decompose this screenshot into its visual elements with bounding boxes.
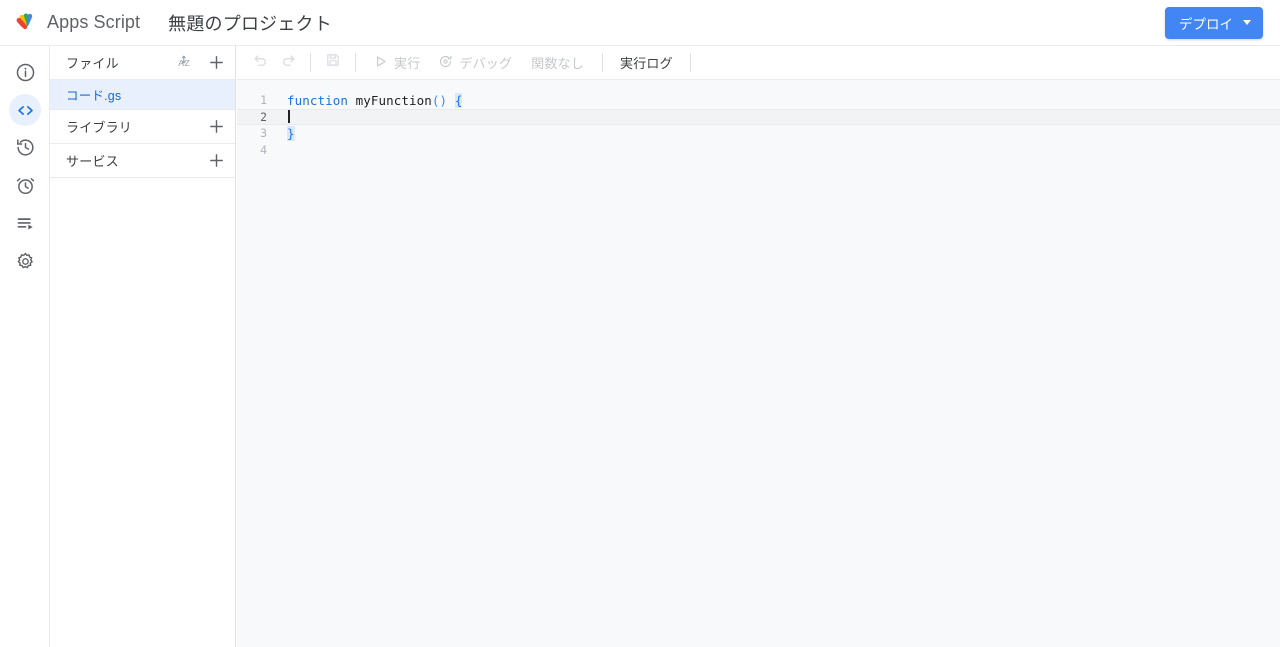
libraries-section-header[interactable]: ライブラリ (50, 110, 235, 144)
redo-button[interactable] (274, 50, 302, 76)
header-actions: デプロイ (1165, 6, 1263, 39)
chevron-down-icon (1243, 20, 1251, 25)
editor-toolbar: 実行 デバッグ 関数なし 実行ログ (237, 46, 1280, 80)
app-header: Apps Script 無題のプロジェクト デプロイ (0, 0, 1280, 46)
info-icon (15, 62, 36, 83)
execution-log-button[interactable]: 実行ログ (611, 50, 682, 76)
token-close-brace: } (287, 125, 295, 141)
services-section-label: サービス (66, 154, 119, 169)
line-number: 3 (260, 126, 267, 141)
debug-button[interactable]: デバッグ (429, 50, 521, 76)
toolbar-divider-4 (689, 53, 691, 72)
run-button[interactable]: 実行 (364, 50, 429, 76)
sort-az-icon[interactable]: A Z (175, 52, 197, 74)
svg-text:Z: Z (184, 58, 190, 68)
code-line-3: 3 } (237, 125, 1280, 142)
code-icon (15, 100, 36, 121)
undo-button[interactable] (246, 50, 274, 76)
text-cursor (288, 110, 290, 124)
debug-button-label: デバッグ (459, 56, 513, 71)
code-editor[interactable]: 1 function myFunction() { 2 3 } 4 (237, 80, 1280, 647)
line-number: 2 (260, 109, 267, 124)
files-section-label: ファイル (66, 56, 119, 71)
code-line-text: } (275, 125, 295, 141)
toolbar-divider-2 (355, 53, 356, 72)
code-line-text: function myFunction() { (275, 92, 463, 108)
libraries-section-label: ライブラリ (66, 120, 133, 135)
play-icon (373, 54, 388, 72)
code-line-2: 2 (237, 108, 1280, 125)
token-open-brace: { (454, 92, 463, 108)
token-keyword: function (287, 92, 349, 108)
sidebar-rail (0, 46, 50, 647)
undo-icon (252, 52, 269, 74)
token-function-name: myFunction (355, 92, 432, 108)
sidebar-item-overview[interactable] (9, 56, 41, 88)
debug-icon (438, 54, 453, 72)
file-panel: ファイル A Z コード.gs ライブラリ サービス (50, 46, 236, 647)
code-line-4: 4 (237, 142, 1280, 159)
line-number: 4 (260, 142, 267, 157)
project-title[interactable]: 無題のプロジェクト (162, 7, 338, 39)
services-section-header[interactable]: サービス (50, 144, 235, 178)
brand-name: Apps Script (47, 12, 141, 32)
sidebar-item-editor[interactable] (9, 94, 41, 126)
code-line-text (275, 109, 290, 124)
sidebar-item-history[interactable] (9, 131, 41, 163)
gear-icon (15, 251, 36, 272)
file-item-code-gs[interactable]: コード.gs (50, 80, 235, 110)
editor-area: 実行 デバッグ 関数なし 実行ログ 1 function myFunction(… (237, 46, 1280, 647)
sidebar-item-executions[interactable] (9, 207, 41, 239)
deploy-button[interactable]: デプロイ (1165, 6, 1263, 39)
save-icon (325, 52, 341, 73)
sidebar-item-settings[interactable] (9, 245, 41, 277)
alarm-icon (15, 175, 36, 196)
apps-script-logo-icon (12, 10, 38, 36)
save-button[interactable] (319, 50, 347, 76)
files-section-header: ファイル A Z (50, 46, 235, 80)
history-icon (15, 137, 36, 158)
token-space-2 (447, 93, 455, 108)
brand[interactable]: Apps Script (12, 10, 140, 36)
line-number: 1 (260, 93, 267, 108)
sidebar-item-triggers[interactable] (9, 169, 41, 201)
add-library-button[interactable] (205, 116, 227, 138)
toolbar-divider-3 (602, 53, 604, 72)
redo-icon (280, 52, 297, 74)
code-line-1: 1 function myFunction() { (237, 92, 1280, 109)
token-parens: () (431, 92, 448, 108)
deploy-button-label: デプロイ (1179, 16, 1233, 32)
function-select[interactable]: 関数なし (521, 53, 594, 72)
add-service-button[interactable] (205, 150, 227, 172)
add-file-button[interactable] (205, 52, 227, 74)
run-button-label: 実行 (394, 56, 421, 71)
toolbar-divider (310, 53, 311, 72)
executions-icon (15, 213, 36, 234)
